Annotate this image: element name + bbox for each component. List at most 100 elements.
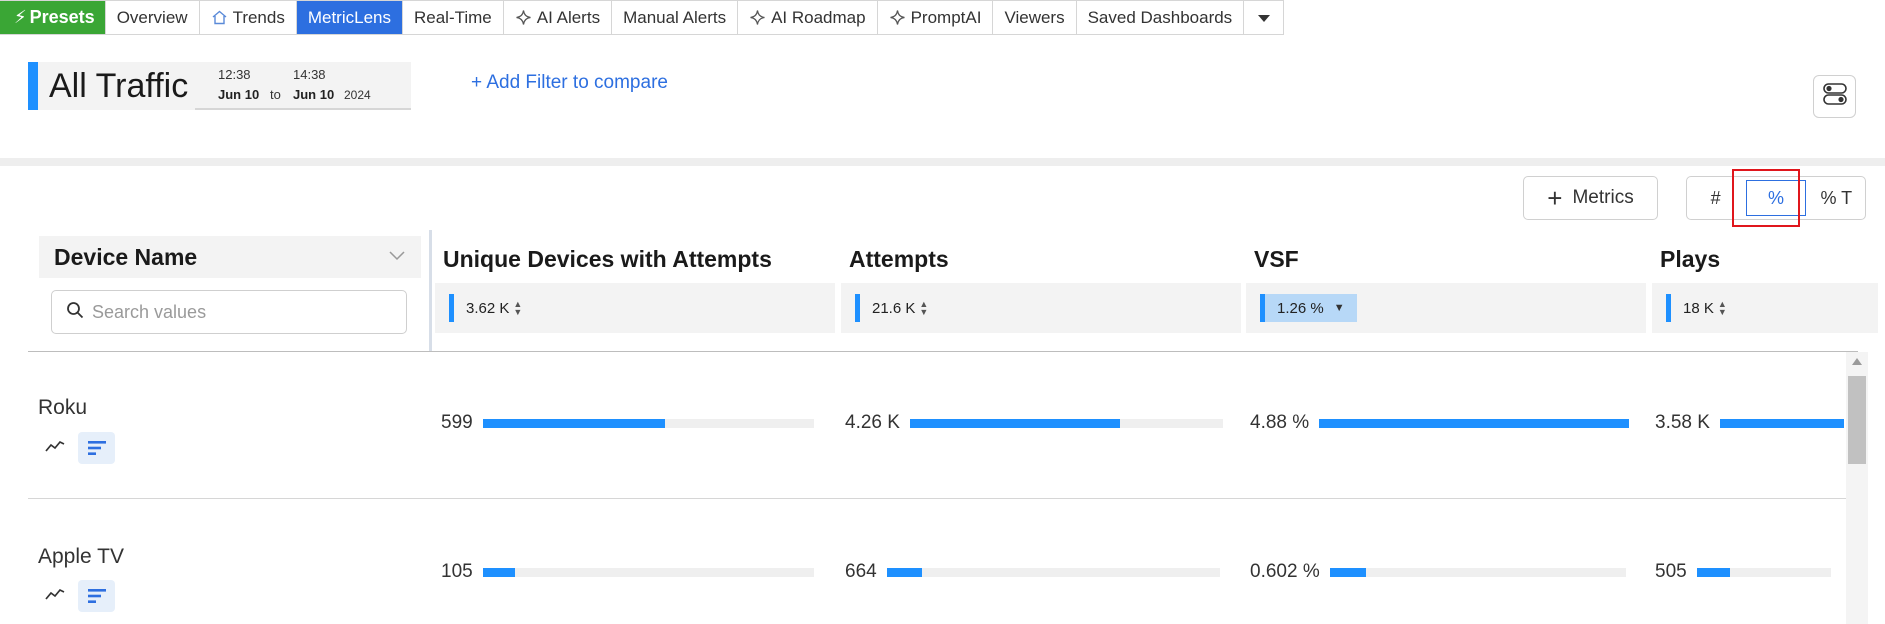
- column-total[interactable]: 21.6 K ▲ ▼: [841, 283, 1241, 333]
- mode-percent-button[interactable]: %: [1746, 180, 1806, 216]
- dimension-header[interactable]: Device Name: [39, 236, 421, 278]
- tab-label: Saved Dashboards: [1087, 7, 1233, 27]
- vertical-scrollbar[interactable]: [1846, 352, 1868, 624]
- total-value: 3.62 K: [466, 299, 510, 317]
- breakdown-bars-button[interactable]: [78, 580, 115, 612]
- bar-fill: [1719, 418, 1844, 428]
- bar-list-icon: [87, 441, 106, 455]
- tab-presets[interactable]: ⚡︎ Presets: [0, 1, 105, 34]
- sort-icon[interactable]: ▲ ▼: [1718, 300, 1727, 317]
- tab-label: PromptAI: [910, 7, 982, 27]
- tab-label: MetricLens: [307, 7, 391, 27]
- column-title: Attempts: [849, 246, 949, 272]
- metric-cell: 0.602 %: [1250, 561, 1630, 583]
- dimension-title: Device Name: [54, 243, 198, 270]
- tab-label: Manual Alerts: [623, 7, 727, 27]
- trend-line-icon[interactable]: [45, 587, 65, 606]
- metrics-label: Metrics: [1572, 187, 1634, 208]
- cell-value: 3.58 K: [1655, 412, 1710, 433]
- column-title: Unique Devices with Attempts: [443, 246, 772, 272]
- bar-fill: [482, 418, 665, 428]
- tab-label: Presets: [29, 7, 95, 27]
- add-filter-link[interactable]: + Add Filter to compare: [471, 72, 668, 94]
- column-total[interactable]: 1.26 % ▼: [1246, 283, 1646, 333]
- date-year: 2024: [344, 88, 371, 102]
- plus-icon: +: [1547, 183, 1563, 213]
- chevron-down-icon[interactable]: [389, 248, 405, 266]
- table-header-divider: [28, 351, 1858, 352]
- sparkle-icon: [889, 9, 906, 26]
- scroll-thumb[interactable]: [1848, 376, 1866, 464]
- total-value: 18 K: [1683, 299, 1714, 317]
- cell-value: 0.602 %: [1250, 561, 1320, 582]
- cell-value: 599: [441, 412, 473, 433]
- search-icon: [66, 301, 84, 324]
- column-resize-handle[interactable]: [429, 230, 432, 352]
- add-metrics-button[interactable]: + Metrics: [1523, 176, 1658, 220]
- bar-track: [1719, 418, 1844, 428]
- column-total[interactable]: 3.62 K ▲ ▼: [435, 283, 835, 333]
- metric-cell: 4.26 K: [845, 412, 1225, 434]
- toggle-icon: [1822, 83, 1847, 110]
- bar-track: [886, 567, 1220, 577]
- row-divider: [28, 498, 1846, 499]
- page-title: All Traffic: [38, 62, 201, 110]
- breakdown-bars-button[interactable]: [78, 432, 115, 464]
- sort-icon[interactable]: ▲ ▼: [919, 300, 928, 317]
- tab-label: Viewers: [1004, 7, 1065, 27]
- metric-cell: 3.58 K: [1655, 412, 1845, 434]
- trend-line-icon[interactable]: [45, 439, 65, 458]
- row-label[interactable]: Roku: [38, 396, 87, 420]
- tab-overview[interactable]: Overview: [104, 1, 199, 34]
- metric-cell: 4.88 %: [1250, 412, 1630, 434]
- tab-viewers[interactable]: Viewers: [992, 1, 1075, 34]
- bar-fill: [1319, 418, 1630, 428]
- row-actions: [45, 432, 115, 464]
- cell-value: 105: [441, 561, 473, 582]
- column-total[interactable]: 18 K ▲ ▼: [1652, 283, 1878, 333]
- end-time: 14:38: [293, 67, 326, 82]
- tab-trends[interactable]: Trends: [198, 1, 296, 34]
- bar-track: [909, 418, 1223, 428]
- tab-real-time[interactable]: Real-Time: [401, 1, 503, 34]
- date-separator: to: [270, 87, 281, 102]
- tab-promptai[interactable]: PromptAI: [876, 1, 993, 34]
- tab-label: Overview: [116, 7, 188, 27]
- more-tabs-dropdown[interactable]: [1243, 1, 1283, 34]
- row-actions: [45, 580, 115, 612]
- tab-ai-roadmap[interactable]: AI Roadmap: [737, 1, 877, 34]
- column-title: Plays: [1660, 246, 1721, 272]
- bar-fill: [909, 418, 1120, 428]
- caret-down-icon: [1257, 8, 1270, 28]
- bar-list-icon: [87, 589, 106, 603]
- sort-icon[interactable]: ▲ ▼: [513, 300, 522, 317]
- start-time: 12:38: [218, 67, 251, 82]
- cell-value: 664: [845, 561, 877, 582]
- home-icon: [211, 9, 228, 26]
- tab-saved-dashboards[interactable]: Saved Dashboards: [1075, 1, 1244, 34]
- accent-bar: [1260, 294, 1265, 322]
- mode-percent-total-button[interactable]: % T: [1808, 177, 1865, 219]
- sorted-total-chip[interactable]: 1.26 % ▼: [1260, 294, 1357, 322]
- bolt-icon: ⚡︎: [14, 7, 27, 27]
- search-input[interactable]: [92, 301, 392, 323]
- end-date: Jun 10: [293, 87, 335, 102]
- top-nav: ⚡︎ Presets Overview Trends MetricLens Re…: [0, 0, 1285, 35]
- row-label[interactable]: Apple TV: [38, 545, 124, 569]
- date-range-picker[interactable]: 12:38 14:38 Jun 10 to Jun 10 2024: [195, 62, 411, 110]
- accent-bar: [1666, 294, 1671, 322]
- settings-toggle-button[interactable]: [1813, 75, 1856, 118]
- bar-track: [482, 567, 814, 577]
- tab-manual-alerts[interactable]: Manual Alerts: [611, 1, 737, 34]
- accent-bar: [855, 294, 860, 322]
- search-box: [51, 290, 407, 334]
- sparkle-icon: [749, 9, 766, 26]
- page-title-block: All Traffic: [28, 62, 201, 110]
- start-date: Jun 10: [218, 87, 260, 102]
- mode-count-button[interactable]: #: [1687, 177, 1744, 219]
- metric-cell: 505: [1655, 561, 1845, 583]
- tab-ai-alerts[interactable]: AI Alerts: [502, 1, 611, 34]
- scroll-up-arrow-icon[interactable]: [1852, 358, 1862, 365]
- tab-metriclens[interactable]: MetricLens: [295, 1, 402, 34]
- tab-label: Trends: [232, 7, 285, 27]
